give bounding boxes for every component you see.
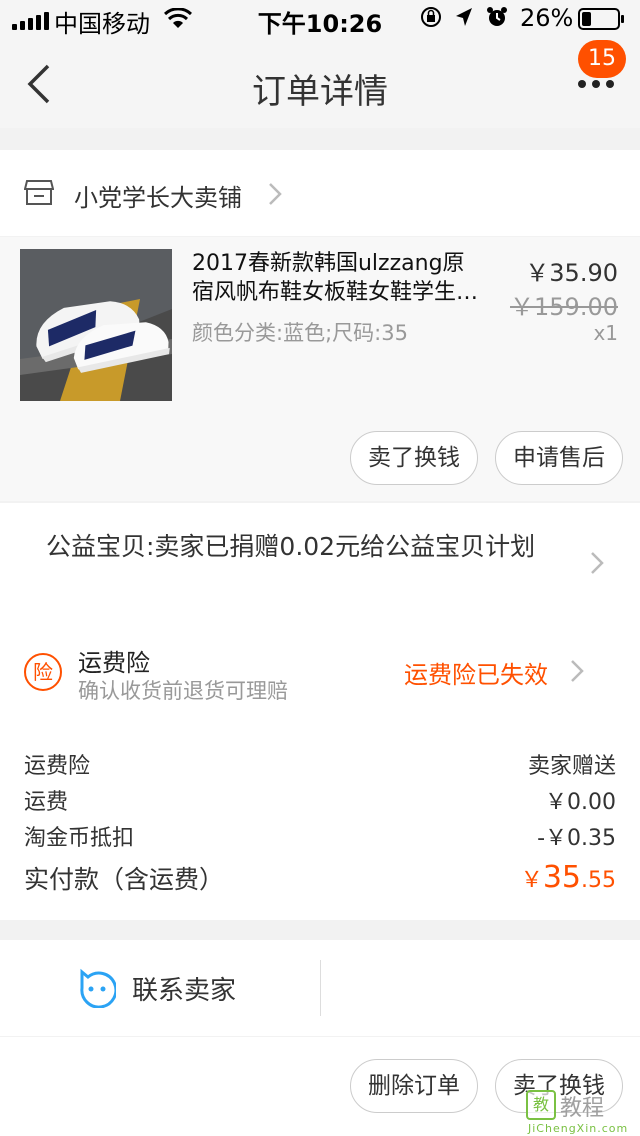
after-sales-button[interactable]: 申请售后 <box>495 431 623 485</box>
total-decimal: .55 <box>581 868 616 893</box>
product-title[interactable]: 2017春新款韩国ulzzang原 宿风帆布鞋女板鞋女鞋学生小白鞋 <box>192 249 488 307</box>
notification-badge: 15 <box>578 40 626 78</box>
more-icon[interactable] <box>578 80 614 88</box>
sell-for-cash-button[interactable]: 卖了换钱 <box>350 431 478 485</box>
fee-value: ￥0.00 <box>545 790 616 815</box>
product-title-line1: 2017春新款韩国ulzzang原 <box>192 251 465 276</box>
fee-row: 运费 ￥0.00 <box>24 784 616 816</box>
product-thumbnail[interactable] <box>20 249 172 401</box>
contact-seller-button[interactable]: 联系卖家 <box>132 970 236 1007</box>
alarm-icon <box>487 7 507 26</box>
fee-label: 淘金币抵扣 <box>24 826 135 851</box>
charity-row[interactable]: 公益宝贝:卖家已捐赠0.02元给公益宝贝计划 <box>0 503 640 617</box>
fee-row: 淘金币抵扣 -￥0.35 <box>24 820 616 852</box>
fee-label: 运费 <box>24 790 69 815</box>
watermark-url: JiChengXin.com <box>528 1122 629 1135</box>
watermark-word: 教程 <box>560 1096 605 1121</box>
total-integer: 35 <box>542 860 581 895</box>
insurance-icon: 险 <box>24 653 62 691</box>
contact-bar: 联系卖家 <box>0 940 640 1036</box>
rotation-lock-icon <box>421 7 441 27</box>
product-title-line2: 宿风帆布鞋女板鞋女鞋学生小白鞋 <box>192 280 488 305</box>
status-icons <box>420 6 508 28</box>
divider <box>320 960 321 1016</box>
chevron-right-icon <box>590 551 604 579</box>
product-quantity: x1 <box>593 321 618 345</box>
battery-percent: 26% <box>520 4 574 32</box>
total-row: 实付款（含运费） ￥35.55 <box>24 860 616 896</box>
page-title: 订单详情 <box>252 72 388 112</box>
fee-summary: 运费险 卖家赠送 运费 ￥0.00 淘金币抵扣 -￥0.35 实付款（含运费） … <box>0 720 640 920</box>
fee-label: 运费险 <box>24 754 91 779</box>
status-bar: 中国移动 下午10:26 26% <box>0 0 640 40</box>
nav-bar: 订单详情 15 <box>0 40 640 128</box>
store-icon <box>23 178 55 210</box>
shop-name: 小党学长大卖铺 <box>74 184 242 212</box>
chevron-right-icon <box>268 182 282 210</box>
fee-row: 运费险 卖家赠送 <box>24 748 616 780</box>
shop-row[interactable]: 小党学长大卖铺 <box>0 150 640 236</box>
chat-face-icon[interactable] <box>76 968 118 1012</box>
shipping-insurance-row[interactable]: 险 运费险 确认收货前退货可理赔 运费险已失效 <box>0 617 640 720</box>
watermark: 教 教程 JiChengXin.com <box>524 1086 640 1136</box>
charity-text: 公益宝贝:卖家已捐赠0.02元给公益宝贝计划 <box>46 532 536 561</box>
product-original-price: ￥159.00 <box>510 293 618 321</box>
product-sku: 颜色分类:蓝色;尺码:35 <box>192 321 408 345</box>
battery-icon <box>578 8 624 30</box>
delete-order-button[interactable]: 删除订单 <box>350 1059 478 1113</box>
fee-value: -￥0.35 <box>537 826 616 851</box>
insurance-subtitle: 确认收货前退货可理赔 <box>78 679 288 703</box>
order-item[interactable]: 2017春新款韩国ulzzang原 宿风帆布鞋女板鞋女鞋学生小白鞋 颜色分类:蓝… <box>0 237 640 501</box>
insurance-title: 运费险 <box>78 649 150 677</box>
insurance-status: 运费险已失效 <box>404 661 548 689</box>
total-value: ￥35.55 <box>521 860 616 895</box>
total-currency: ￥ <box>520 868 543 893</box>
location-icon <box>456 8 472 26</box>
fee-value: 卖家赠送 <box>527 754 616 779</box>
chevron-right-icon <box>570 659 584 687</box>
product-price: ￥35.90 <box>525 259 618 287</box>
total-label: 实付款（含运费） <box>24 865 225 894</box>
watermark-logo: 教 <box>526 1090 556 1120</box>
